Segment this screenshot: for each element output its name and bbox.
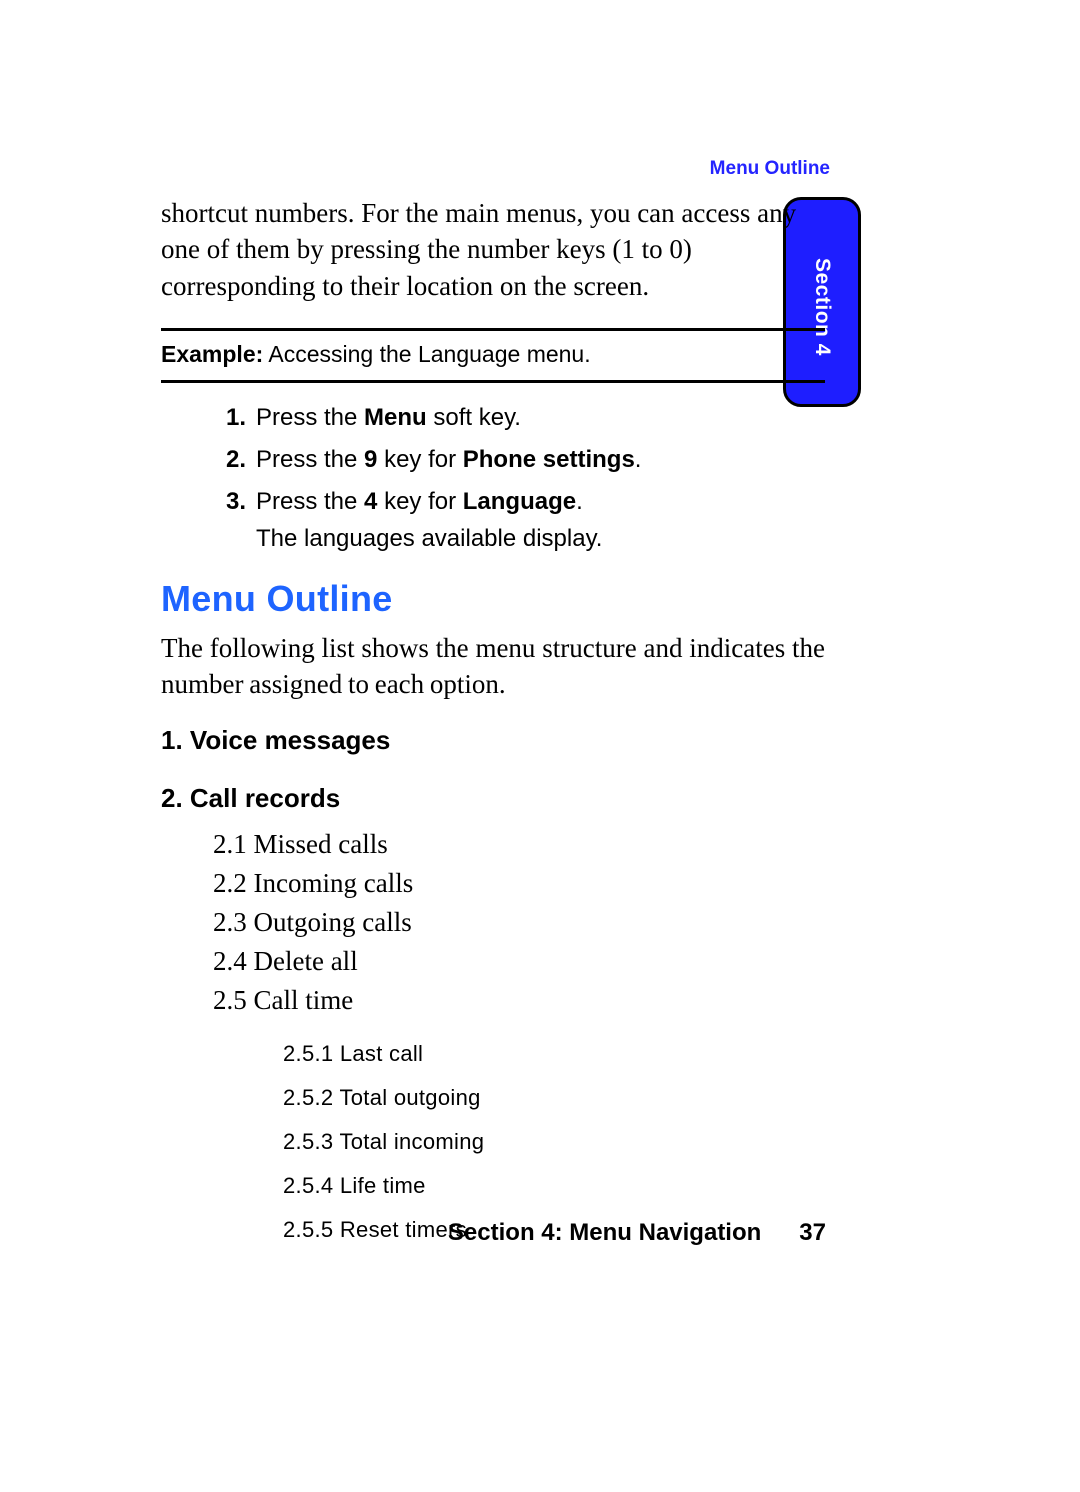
subsubmenu-item: 2.5.3 Total incoming	[283, 1120, 825, 1164]
subsubmenu-item: 2.5.2 Total outgoing	[283, 1076, 825, 1120]
submenu-item: 2.3 Outgoing calls	[213, 903, 825, 942]
footer-section-title: Section 4: Menu Navigation	[448, 1219, 761, 1246]
menu-item-1: 1. Voice messages	[161, 720, 825, 760]
intro-paragraph: shortcut numbers. For the main menus, yo…	[161, 195, 825, 304]
step-text: key for	[377, 446, 462, 473]
section-intro: The following list shows the menu struct…	[161, 630, 825, 702]
step-text: Press the	[256, 446, 364, 473]
step-text: Press the	[256, 404, 364, 431]
step-2: 2.Press the 9 key for Phone settings.	[226, 443, 825, 477]
step-text: .	[635, 446, 642, 473]
step-text: key for	[377, 488, 462, 515]
step-3: 3.Press the 4 key for Language. The lang…	[226, 485, 825, 556]
step-number: 3.	[226, 485, 256, 519]
step-bold: Menu	[364, 404, 427, 431]
footer-page-number: 37	[799, 1219, 826, 1246]
section-title: Menu Outline	[161, 578, 825, 620]
submenu-item: 2.5 Call time	[213, 981, 825, 1020]
step-text: Press the	[256, 488, 364, 515]
subsubmenu-item: 2.5.1 Last call	[283, 1032, 825, 1076]
submenu-list: 2.1 Missed calls 2.2 Incoming calls 2.3 …	[161, 825, 825, 1253]
menu-item-2: 2. Call records	[161, 778, 825, 818]
step-bold: 4	[364, 488, 377, 515]
steps-list: 1.Press the Menu soft key. 2.Press the 9…	[161, 401, 825, 555]
step-extra-text: The languages available display.	[256, 522, 825, 556]
step-bold: 9	[364, 446, 377, 473]
page: Menu Outline Section 4 shortcut numbers.…	[0, 0, 1080, 1492]
example-block: Example: Accessing the Language menu.	[161, 328, 825, 383]
step-bold: Language	[463, 488, 576, 515]
submenu-item: 2.4 Delete all	[213, 942, 825, 981]
step-number: 1.	[226, 401, 256, 435]
step-text: soft key.	[427, 404, 521, 431]
submenu-item: 2.2 Incoming calls	[213, 864, 825, 903]
example-text: Accessing the Language menu.	[263, 341, 590, 367]
step-text: .	[576, 488, 583, 515]
example-label: Example:	[161, 341, 263, 367]
step-1: 1.Press the Menu soft key.	[226, 401, 825, 435]
step-number: 2.	[226, 443, 256, 477]
step-bold: Phone settings	[463, 446, 635, 473]
submenu-item: 2.1 Missed calls	[213, 825, 825, 864]
subsubmenu-item: 2.5.4 Life time	[283, 1164, 825, 1208]
content-area: shortcut numbers. For the main menus, yo…	[161, 195, 825, 1252]
page-footer: Section 4: Menu Navigation 37	[448, 1219, 826, 1247]
header-menu-outline: Menu Outline	[710, 158, 830, 180]
